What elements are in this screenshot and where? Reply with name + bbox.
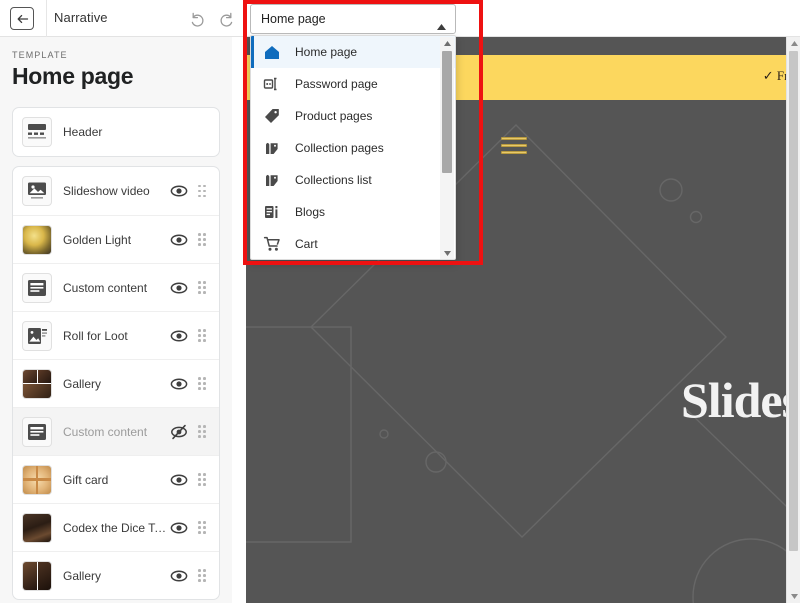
drag-handle-icon[interactable] [194, 184, 210, 198]
section-row[interactable]: Header [13, 108, 219, 156]
page-option-blogs[interactable]: Blogs [251, 196, 455, 228]
text-block-icon [22, 416, 52, 447]
header-layout-icon [22, 117, 52, 147]
dropdown-scrollbar-thumb[interactable] [442, 51, 452, 173]
back-button[interactable] [10, 7, 34, 30]
back-arrow-icon [17, 14, 28, 23]
page-option-collections-list[interactable]: Collections list [251, 164, 455, 196]
drag-handle-icon[interactable] [194, 329, 210, 342]
photo-thumbnail [22, 464, 52, 495]
collection-tag-icon [263, 139, 281, 157]
drag-handle-icon[interactable] [194, 521, 210, 534]
page-option-label: Password page [295, 77, 378, 91]
page-option-home-page[interactable]: Home page [251, 36, 455, 68]
redo-icon [219, 12, 232, 27]
photo-thumbnail [22, 224, 52, 255]
eye-hidden-icon[interactable] [170, 423, 188, 441]
eye-visible-icon[interactable] [170, 519, 188, 537]
drag-handle-icon[interactable] [194, 233, 210, 246]
image-text-icon [22, 320, 52, 351]
section-row[interactable]: Codex the Dice Tower [13, 503, 219, 551]
collection-tag-icon [263, 171, 281, 189]
section-row[interactable]: Slideshow video [13, 167, 219, 215]
photo-thumbnail [22, 512, 52, 543]
eye-visible-icon[interactable] [170, 327, 188, 345]
section-row-label: Roll for Loot [63, 328, 128, 343]
section-row[interactable]: Custom content [13, 407, 219, 455]
eye-visible-icon[interactable] [170, 279, 188, 297]
drag-handle-icon[interactable] [194, 377, 210, 390]
section-group: Slideshow video Golden Light Custom conten… [12, 166, 220, 600]
eye-visible-icon[interactable] [170, 182, 188, 200]
section-row[interactable]: Roll for Loot [13, 311, 219, 359]
page-option-cart[interactable]: Cart [251, 228, 455, 259]
section-row-label: Gallery [63, 376, 102, 391]
scroll-up-arrow-icon[interactable] [440, 37, 454, 50]
sections-sidebar: TEMPLATE Home page Header Slideshow video… [0, 37, 232, 603]
eye-visible-icon[interactable] [170, 375, 188, 393]
eye-visible-icon[interactable] [170, 567, 188, 585]
section-row-label: Gallery [63, 568, 102, 583]
blog-icon [263, 203, 281, 221]
home-icon [263, 43, 281, 61]
page-option-label: Collection pages [295, 141, 384, 155]
sidebar-scrollbar-thumb[interactable] [789, 51, 798, 551]
dropdown-scrollbar[interactable] [440, 37, 454, 259]
undo-button[interactable] [185, 7, 209, 31]
scroll-down-arrow-icon[interactable] [440, 247, 454, 259]
section-group: Header [12, 107, 220, 157]
page-option-label: Collections list [295, 173, 372, 187]
template-kicker: TEMPLATE [12, 50, 68, 60]
undo-icon [191, 12, 204, 27]
eye-visible-icon[interactable] [170, 471, 188, 489]
section-row-label: Header [63, 125, 103, 139]
drag-handle-icon [194, 126, 210, 139]
drag-handle-icon[interactable] [194, 425, 210, 438]
page-option-label: Home page [295, 45, 358, 59]
drag-handle-icon[interactable] [194, 281, 210, 294]
page-title: Home page [12, 63, 134, 89]
hero-heading: Slides [681, 372, 800, 428]
section-row[interactable]: Gallery [13, 359, 219, 407]
section-list: Header Slideshow video Golden Light Custom … [12, 107, 220, 603]
cart-icon [263, 235, 281, 253]
redo-button[interactable] [214, 7, 238, 31]
photo-thumbnail [22, 368, 52, 399]
hamburger-menu-icon[interactable] [501, 137, 527, 157]
page-option-label: Cart [295, 237, 318, 251]
drag-handle-icon[interactable] [194, 569, 210, 582]
page-selector-value: Home page [261, 12, 326, 26]
password-page-icon [263, 75, 281, 93]
section-row-label: Slideshow video [63, 184, 150, 198]
text-block-icon [22, 272, 52, 303]
eye-visible-icon[interactable] [170, 231, 188, 249]
scroll-down-arrow-icon[interactable] [787, 590, 800, 603]
section-row[interactable]: Gallery [13, 551, 219, 599]
photo-thumbnail [22, 560, 52, 591]
theme-name-label: Narrative [54, 10, 108, 25]
section-row-label: Golden Light [63, 232, 132, 247]
section-row-label: Codex the Dice Tower [63, 520, 170, 535]
scroll-up-arrow-icon[interactable] [787, 37, 800, 50]
drag-handle-icon[interactable] [194, 473, 210, 486]
page-option-label: Blogs [295, 205, 326, 219]
page-selector-combobox[interactable]: Home page [250, 4, 456, 34]
page-option-list: Home page Password page Product pages Colle… [251, 36, 455, 259]
image-icon [22, 176, 52, 206]
page-option-collection-pages[interactable]: Collection pages [251, 132, 455, 164]
section-row-label: Gift card [63, 472, 109, 487]
page-option-product-pages[interactable]: Product pages [251, 100, 455, 132]
section-row[interactable]: Custom content [13, 263, 219, 311]
sidebar-scrollbar[interactable] [786, 37, 800, 603]
page-selector-dropdown: Home page Password page Product pages Colle… [250, 35, 456, 260]
section-row-label: Custom content [63, 424, 148, 439]
section-row[interactable]: Gift card [13, 455, 219, 503]
section-row[interactable]: Golden Light [13, 215, 219, 263]
section-row-label: Custom content [63, 280, 148, 295]
page-option-password-page[interactable]: Password page [251, 68, 455, 100]
tag-icon [263, 107, 281, 125]
caret-up-icon [437, 17, 446, 35]
toolbar-divider [46, 0, 47, 37]
page-option-label: Product pages [295, 109, 373, 123]
